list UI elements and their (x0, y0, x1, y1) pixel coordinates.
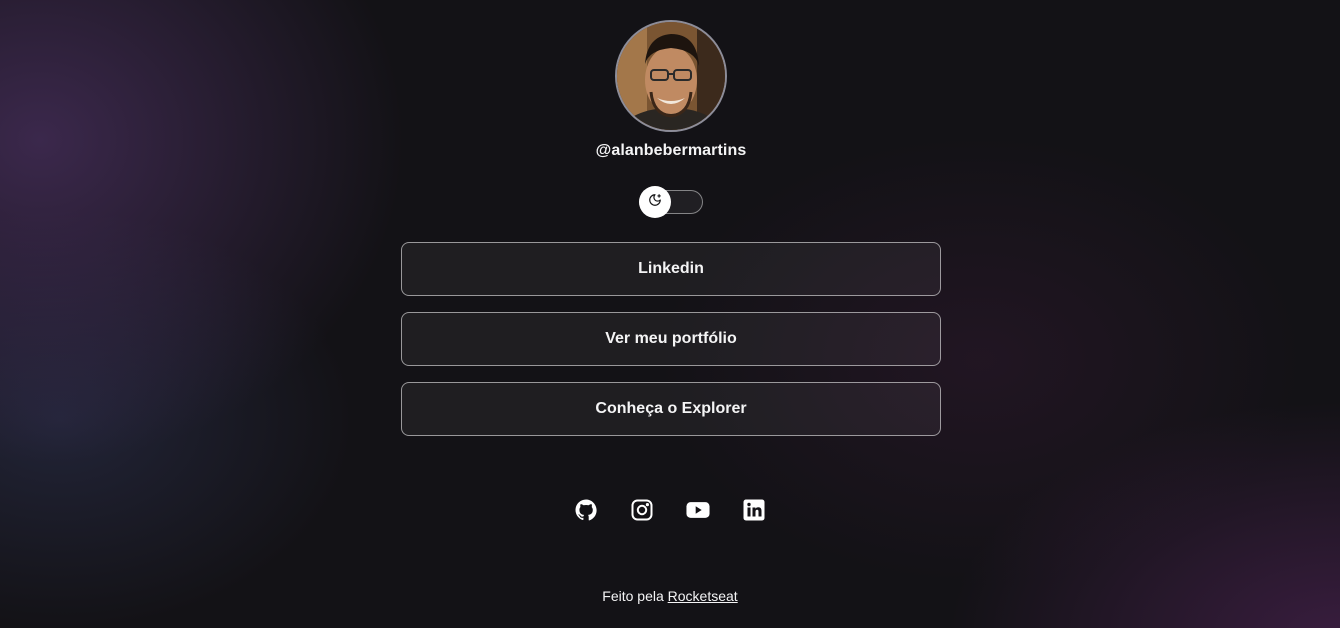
rocketseat-link[interactable]: Rocketseat (668, 588, 738, 604)
footer: Feito pela Rocketseat (0, 586, 1340, 606)
avatar (615, 20, 727, 132)
youtube-icon[interactable] (686, 498, 710, 522)
profile: @alanbebermartins (401, 20, 941, 161)
moon-icon (648, 193, 662, 212)
theme-switch-wrapper (401, 186, 941, 218)
linkedin-link-button[interactable]: Linkedin (401, 242, 941, 296)
instagram-icon[interactable] (630, 498, 654, 522)
social-links (574, 498, 766, 522)
username: @alanbebermartins (595, 142, 747, 159)
link-list: Linkedin Ver meu portfólio Conheça o Exp… (401, 242, 941, 436)
theme-switch-knob[interactable] (639, 186, 671, 218)
avatar-photo (617, 22, 725, 130)
theme-switch[interactable] (639, 186, 703, 218)
linkedin-icon[interactable] (742, 498, 766, 522)
footer-prefix: Feito pela (602, 588, 664, 604)
main-container: @alanbebermartins Linkedin Ver meu portf… (401, 20, 941, 436)
explorer-link-button[interactable]: Conheça o Explorer (401, 382, 941, 436)
github-icon[interactable] (574, 498, 598, 522)
portfolio-link-button[interactable]: Ver meu portfólio (401, 312, 941, 366)
